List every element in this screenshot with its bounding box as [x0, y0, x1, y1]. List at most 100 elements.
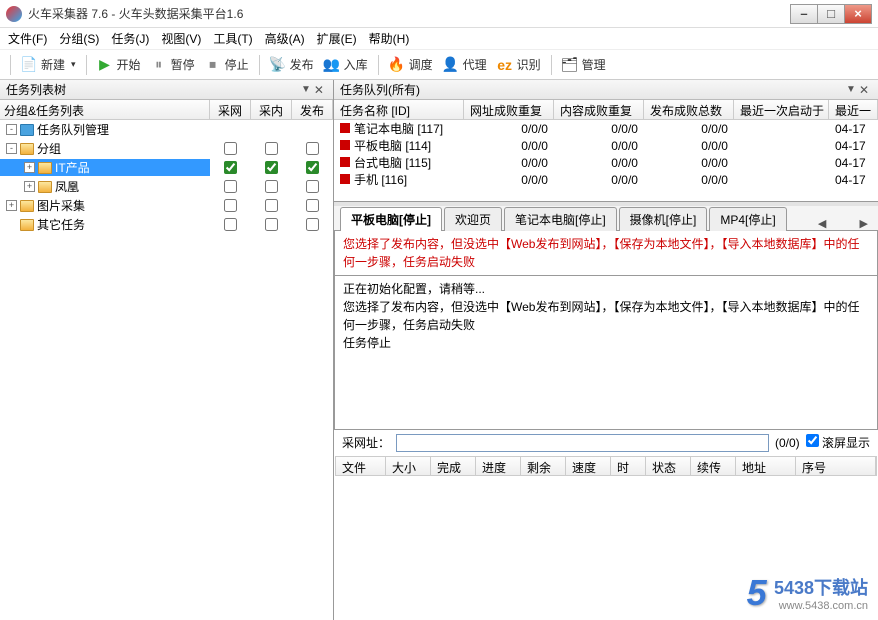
tree-checkbox[interactable] — [265, 161, 278, 174]
tree-checkbox[interactable] — [224, 161, 237, 174]
pause-button[interactable]: ⏸暂停 — [147, 54, 199, 75]
menu-help[interactable]: 帮助(H) — [369, 30, 410, 47]
stop-icon — [340, 157, 350, 167]
col-last[interactable]: 最近一 — [829, 100, 878, 119]
group-icon — [20, 124, 34, 136]
pane-close-button[interactable]: ✕ — [311, 83, 327, 97]
col-name[interactable]: 分组&任务列表 — [0, 100, 210, 119]
tree-row[interactable]: -分组 — [0, 139, 333, 158]
dl-seq[interactable]: 序号 — [796, 457, 876, 475]
tree-checkbox[interactable] — [224, 142, 237, 155]
menu-view[interactable]: 视图(V) — [161, 30, 201, 47]
menu-file[interactable]: 文件(F) — [8, 30, 47, 47]
minimize-button[interactable]: – — [790, 4, 818, 24]
left-pane: 任务列表树 ▼ ✕ 分组&任务列表 采网址 采内容 发布 -任务队列管理-分组+… — [0, 80, 334, 620]
publish-icon: 📡 — [270, 57, 286, 73]
dl-speed[interactable]: 速度 — [566, 457, 611, 475]
maximize-button[interactable]: □ — [817, 4, 845, 24]
task-row[interactable]: 笔记本电脑 [117]0/0/00/0/00/0/004-17 — [334, 120, 878, 137]
menu-group[interactable]: 分组(S) — [59, 30, 99, 47]
task-row[interactable]: 台式电脑 [115]0/0/00/0/00/0/004-17 — [334, 154, 878, 171]
scroll-checkbox[interactable] — [806, 434, 819, 447]
tab-scroll-right[interactable]: ▶ — [856, 217, 872, 230]
tree-checkbox[interactable] — [224, 199, 237, 212]
dl-file[interactable]: 文件 — [336, 457, 386, 475]
dl-time[interactable]: 时 — [611, 457, 646, 475]
col-taskname[interactable]: 任务名称 [ID] — [334, 100, 464, 119]
tree-checkbox[interactable] — [224, 180, 237, 193]
tree-checkbox[interactable] — [306, 199, 319, 212]
tree-checkbox[interactable] — [265, 218, 278, 231]
expand-icon[interactable]: + — [24, 162, 35, 173]
tree-row[interactable]: +凤凰 — [0, 177, 333, 196]
expand-icon[interactable]: + — [6, 200, 17, 211]
dl-resume[interactable]: 续传 — [691, 457, 736, 475]
col-url[interactable]: 采网址 — [210, 100, 251, 119]
menu-task[interactable]: 任务(J) — [111, 30, 149, 47]
dropdown-icon[interactable]: ▼ — [301, 84, 311, 95]
task-tree[interactable]: - 任务队列管理-分组+IT产品+凤凰+图片采集其它任务 — [0, 120, 333, 620]
tree-row[interactable]: +IT产品 — [0, 158, 333, 177]
tree-checkbox[interactable] — [224, 218, 237, 231]
menu-advanced[interactable]: 高级(A) — [265, 30, 305, 47]
tab-mp4[interactable]: MP4[停止] — [709, 207, 786, 231]
tree-checkbox[interactable] — [306, 180, 319, 193]
dl-size[interactable]: 大小 — [386, 457, 431, 475]
expand-icon[interactable]: + — [24, 181, 35, 192]
col-laststart[interactable]: 最近一次启动于 — [734, 100, 829, 119]
recognize-button[interactable]: ez识别 — [493, 54, 545, 75]
dl-progress[interactable]: 进度 — [476, 457, 521, 475]
col-content-stat[interactable]: 内容成败重复 — [554, 100, 644, 119]
tree-columns: 分组&任务列表 采网址 采内容 发布 — [0, 100, 333, 120]
tree-checkbox[interactable] — [265, 199, 278, 212]
url-input[interactable] — [396, 434, 769, 452]
proxy-button[interactable]: 👤代理 — [439, 54, 491, 75]
menu-tools[interactable]: 工具(T) — [213, 30, 252, 47]
manage-button[interactable]: 🗂管理 — [558, 54, 610, 75]
tab-tablet[interactable]: 平板电脑[停止] — [340, 207, 442, 231]
tab-welcome[interactable]: 欢迎页 — [444, 207, 502, 231]
start-button[interactable]: ▶开始 — [93, 54, 145, 75]
dl-state[interactable]: 状态 — [646, 457, 691, 475]
task-list[interactable]: 笔记本电脑 [117]0/0/00/0/00/0/004-17平板电脑 [114… — [334, 120, 878, 202]
tab-camera[interactable]: 摄像机[停止] — [619, 207, 708, 231]
url-count: (0/0) — [775, 436, 800, 450]
tab-laptop[interactable]: 笔记本电脑[停止] — [504, 207, 617, 231]
task-row[interactable]: 平板电脑 [114]0/0/00/0/00/0/004-17 — [334, 137, 878, 154]
tree-row[interactable]: 其它任务 — [0, 215, 333, 234]
tree-checkbox[interactable] — [306, 142, 319, 155]
publish-button[interactable]: 📡发布 — [266, 54, 318, 75]
schedule-button[interactable]: 🔥调度 — [385, 54, 437, 75]
dl-addr[interactable]: 地址 — [736, 457, 796, 475]
scroll-display-option[interactable]: 滚屏显示 — [806, 434, 870, 451]
menu-ext[interactable]: 扩展(E) — [317, 30, 357, 47]
tree-row[interactable]: +图片采集 — [0, 196, 333, 215]
tree-checkbox[interactable] — [265, 142, 278, 155]
stop-icon — [340, 123, 350, 133]
close-button[interactable]: × — [844, 4, 872, 24]
import-button[interactable]: 👥入库 — [320, 54, 372, 75]
tree-checkbox[interactable] — [306, 218, 319, 231]
dl-done[interactable]: 完成 — [431, 457, 476, 475]
expand-icon[interactable]: - — [6, 143, 17, 154]
expand-icon[interactable]: - — [6, 124, 17, 135]
tree-row[interactable]: - 任务队列管理 — [0, 120, 333, 139]
log-body[interactable]: 正在初始化配置，请稍等...您选择了发布内容，但没选中【Web发布到网站】，【保… — [334, 276, 878, 430]
schedule-icon: 🔥 — [389, 57, 405, 73]
tree-label-text: 任务队列管理 — [37, 121, 109, 138]
col-url-stat[interactable]: 网址成败重复 — [464, 100, 554, 119]
right-pane: 任务队列(所有) ▼ ✕ 任务名称 [ID] 网址成败重复 内容成败重复 发布成… — [334, 80, 878, 620]
tree-checkbox[interactable] — [265, 180, 278, 193]
task-row[interactable]: 手机 [116]0/0/00/0/00/0/004-17 — [334, 171, 878, 188]
stop-button[interactable]: ⏹停止 — [201, 54, 253, 75]
col-content[interactable]: 采内容 — [251, 100, 292, 119]
folder-open-icon — [38, 181, 52, 193]
dl-remain[interactable]: 剩余 — [521, 457, 566, 475]
tab-scroll-left[interactable]: ◀ — [814, 217, 830, 230]
col-publish-stat[interactable]: 发布成败总数 — [644, 100, 734, 119]
pane-close-button[interactable]: ✕ — [856, 83, 872, 97]
dropdown-icon[interactable]: ▼ — [846, 84, 856, 95]
tree-checkbox[interactable] — [306, 161, 319, 174]
new-button[interactable]: 📄新建▾ — [17, 54, 80, 75]
col-publish[interactable]: 发布 — [292, 100, 333, 119]
